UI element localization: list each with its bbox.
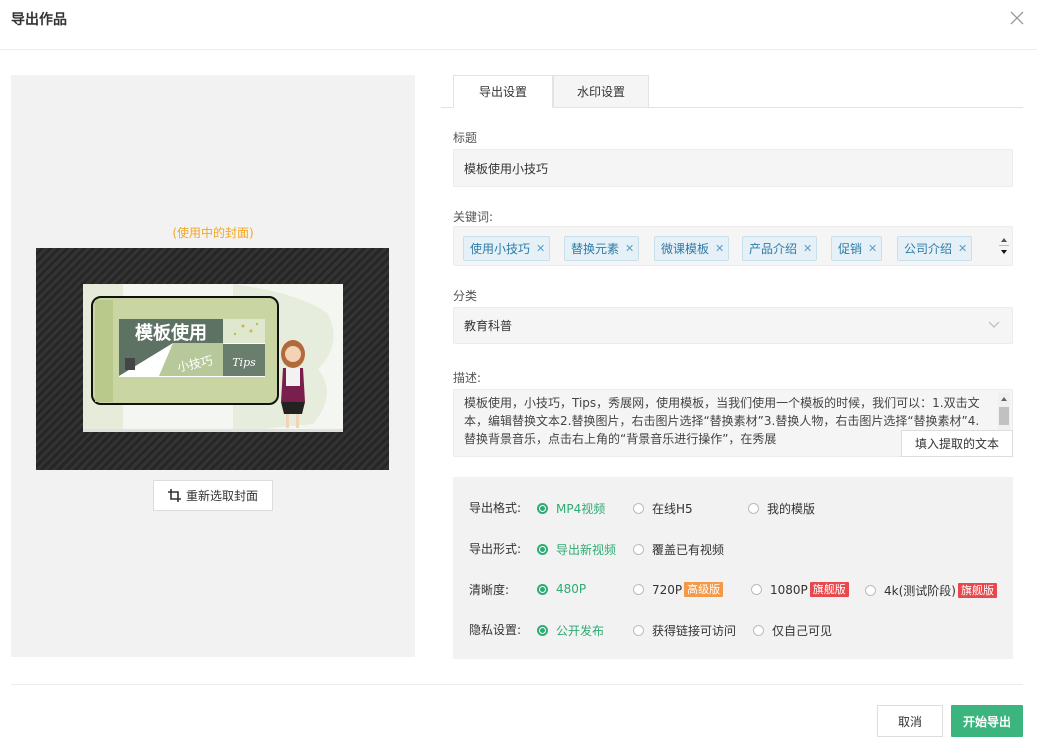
- format-label: 导出格式:: [469, 501, 522, 515]
- resolution-option-label: 480P: [556, 582, 587, 596]
- cover-text-tips: Tips: [232, 356, 256, 369]
- keyword-tag-label: 公司介绍: [904, 242, 953, 256]
- cover-text-main: 模板使用: [135, 322, 207, 344]
- remove-keyword-icon[interactable]: ✕: [803, 242, 812, 255]
- keyword-tag-label: 微课模板: [661, 242, 710, 256]
- keywords-input[interactable]: 使用小技巧 ✕ 替换元素 ✕ 微课模板 ✕ 产品介绍 ✕ 促销 ✕ 公司介绍 ✕: [453, 226, 1013, 266]
- privacy-option-private[interactable]: 仅自己可见: [753, 622, 832, 639]
- keyword-tag-label: 促销: [838, 242, 863, 256]
- export-options-panel: 导出格式: MP4视频 在线H5 我的模版 导出形式: 导出新视频 覆盖已有视频…: [453, 477, 1013, 659]
- advanced-badge: 高级版: [684, 582, 724, 597]
- privacy-label: 隐私设置:: [469, 623, 522, 637]
- privacy-option-link[interactable]: 获得链接可访问: [633, 622, 736, 639]
- keyword-tag: 替换元素 ✕: [564, 236, 640, 261]
- resolution-option-label: 720P: [652, 582, 683, 597]
- format-option-label: 在线H5: [652, 502, 693, 516]
- privacy-option-public[interactable]: 公开发布: [537, 622, 604, 639]
- mode-label: 导出形式:: [469, 542, 522, 556]
- crop-icon: [167, 489, 181, 502]
- remove-keyword-icon[interactable]: ✕: [868, 242, 877, 255]
- close-icon[interactable]: [1009, 10, 1025, 26]
- cancel-button[interactable]: 取消: [877, 705, 943, 737]
- resolution-option-4k[interactable]: 4k(测试阶段) 旗舰版: [865, 582, 997, 599]
- format-option-h5[interactable]: 在线H5: [633, 500, 693, 517]
- fill-extracted-text-button[interactable]: 填入提取的文本: [901, 430, 1013, 457]
- resolution-label: 清晰度:: [469, 583, 510, 597]
- keywords-scroll-arrows-icon[interactable]: [999, 233, 1009, 259]
- cover-panel: (使用中的封面) 模板使用 小技巧 Tips 重新选取封面: [11, 75, 415, 657]
- keyword-tag: 使用小技巧 ✕: [463, 236, 551, 261]
- keyword-tag: 公司介绍 ✕: [897, 236, 973, 261]
- mode-option-label: 导出新视频: [556, 543, 617, 557]
- flagship-badge: 旗舰版: [957, 583, 997, 598]
- keyword-tag: 促销 ✕: [831, 236, 883, 261]
- footer-divider: [11, 684, 1023, 685]
- resolution-option-label: 4k(测试阶段): [884, 584, 956, 598]
- dialog-title: 导出作品: [11, 12, 67, 28]
- category-label: 分类: [453, 289, 478, 303]
- remove-keyword-icon[interactable]: ✕: [536, 242, 545, 255]
- privacy-option-label: 获得链接可访问: [652, 624, 737, 638]
- category-value: 教育科普: [464, 319, 513, 333]
- description-label: 描述:: [453, 371, 482, 385]
- mode-option-new[interactable]: 导出新视频: [537, 541, 616, 558]
- cover-illustration: 模板使用 小技巧 Tips: [83, 284, 343, 432]
- privacy-option-label: 仅自己可见: [772, 624, 833, 638]
- format-option-label: 我的模版: [767, 502, 816, 516]
- remove-keyword-icon[interactable]: ✕: [715, 242, 724, 255]
- reselect-cover-label: 重新选取封面: [185, 489, 258, 503]
- mode-option-overwrite[interactable]: 覆盖已有视频: [633, 541, 724, 558]
- title-input[interactable]: 模板使用小技巧: [453, 149, 1013, 187]
- keyword-tag-label: 替换元素: [571, 242, 620, 256]
- remove-keyword-icon[interactable]: ✕: [625, 242, 634, 255]
- category-select[interactable]: 教育科普: [453, 307, 1013, 344]
- cover-thumbnail: 模板使用 小技巧 Tips: [83, 284, 343, 432]
- resolution-option-1080p[interactable]: 1080P 旗舰版: [751, 582, 849, 597]
- mode-option-label: 覆盖已有视频: [652, 543, 725, 557]
- format-option-template[interactable]: 我的模版: [748, 500, 815, 517]
- format-option-mp4[interactable]: MP4视频: [537, 500, 605, 517]
- title-label: 标题: [453, 131, 478, 145]
- keywords-label: 关键词:: [453, 210, 494, 224]
- reselect-cover-button[interactable]: 重新选取封面: [153, 480, 273, 511]
- keyword-tag: 微课模板 ✕: [654, 236, 730, 261]
- keyword-tag-label: 产品介绍: [749, 242, 798, 256]
- chevron-down-icon: [988, 321, 1000, 328]
- cover-preview-frame: 模板使用 小技巧 Tips: [36, 248, 389, 470]
- resolution-option-720p[interactable]: 720P 高级版: [633, 582, 724, 597]
- tab-watermark-settings[interactable]: 水印设置: [553, 75, 649, 108]
- format-option-label: MP4视频: [556, 502, 606, 516]
- settings-tabs: 导出设置 水印设置: [441, 75, 1023, 108]
- cover-in-use-label: (使用中的封面): [172, 226, 254, 240]
- tab-export-settings[interactable]: 导出设置: [453, 75, 553, 108]
- dialog-header: 导出作品: [0, 0, 1037, 50]
- resolution-option-label: 1080P: [770, 582, 808, 597]
- keyword-tag: 产品介绍 ✕: [742, 236, 818, 261]
- resolution-option-480p[interactable]: 480P: [537, 582, 586, 596]
- keyword-tag-label: 使用小技巧: [470, 242, 531, 256]
- flagship-badge: 旗舰版: [809, 582, 849, 597]
- remove-keyword-icon[interactable]: ✕: [958, 242, 967, 255]
- privacy-option-label: 公开发布: [556, 624, 605, 638]
- start-export-button[interactable]: 开始导出: [951, 705, 1023, 737]
